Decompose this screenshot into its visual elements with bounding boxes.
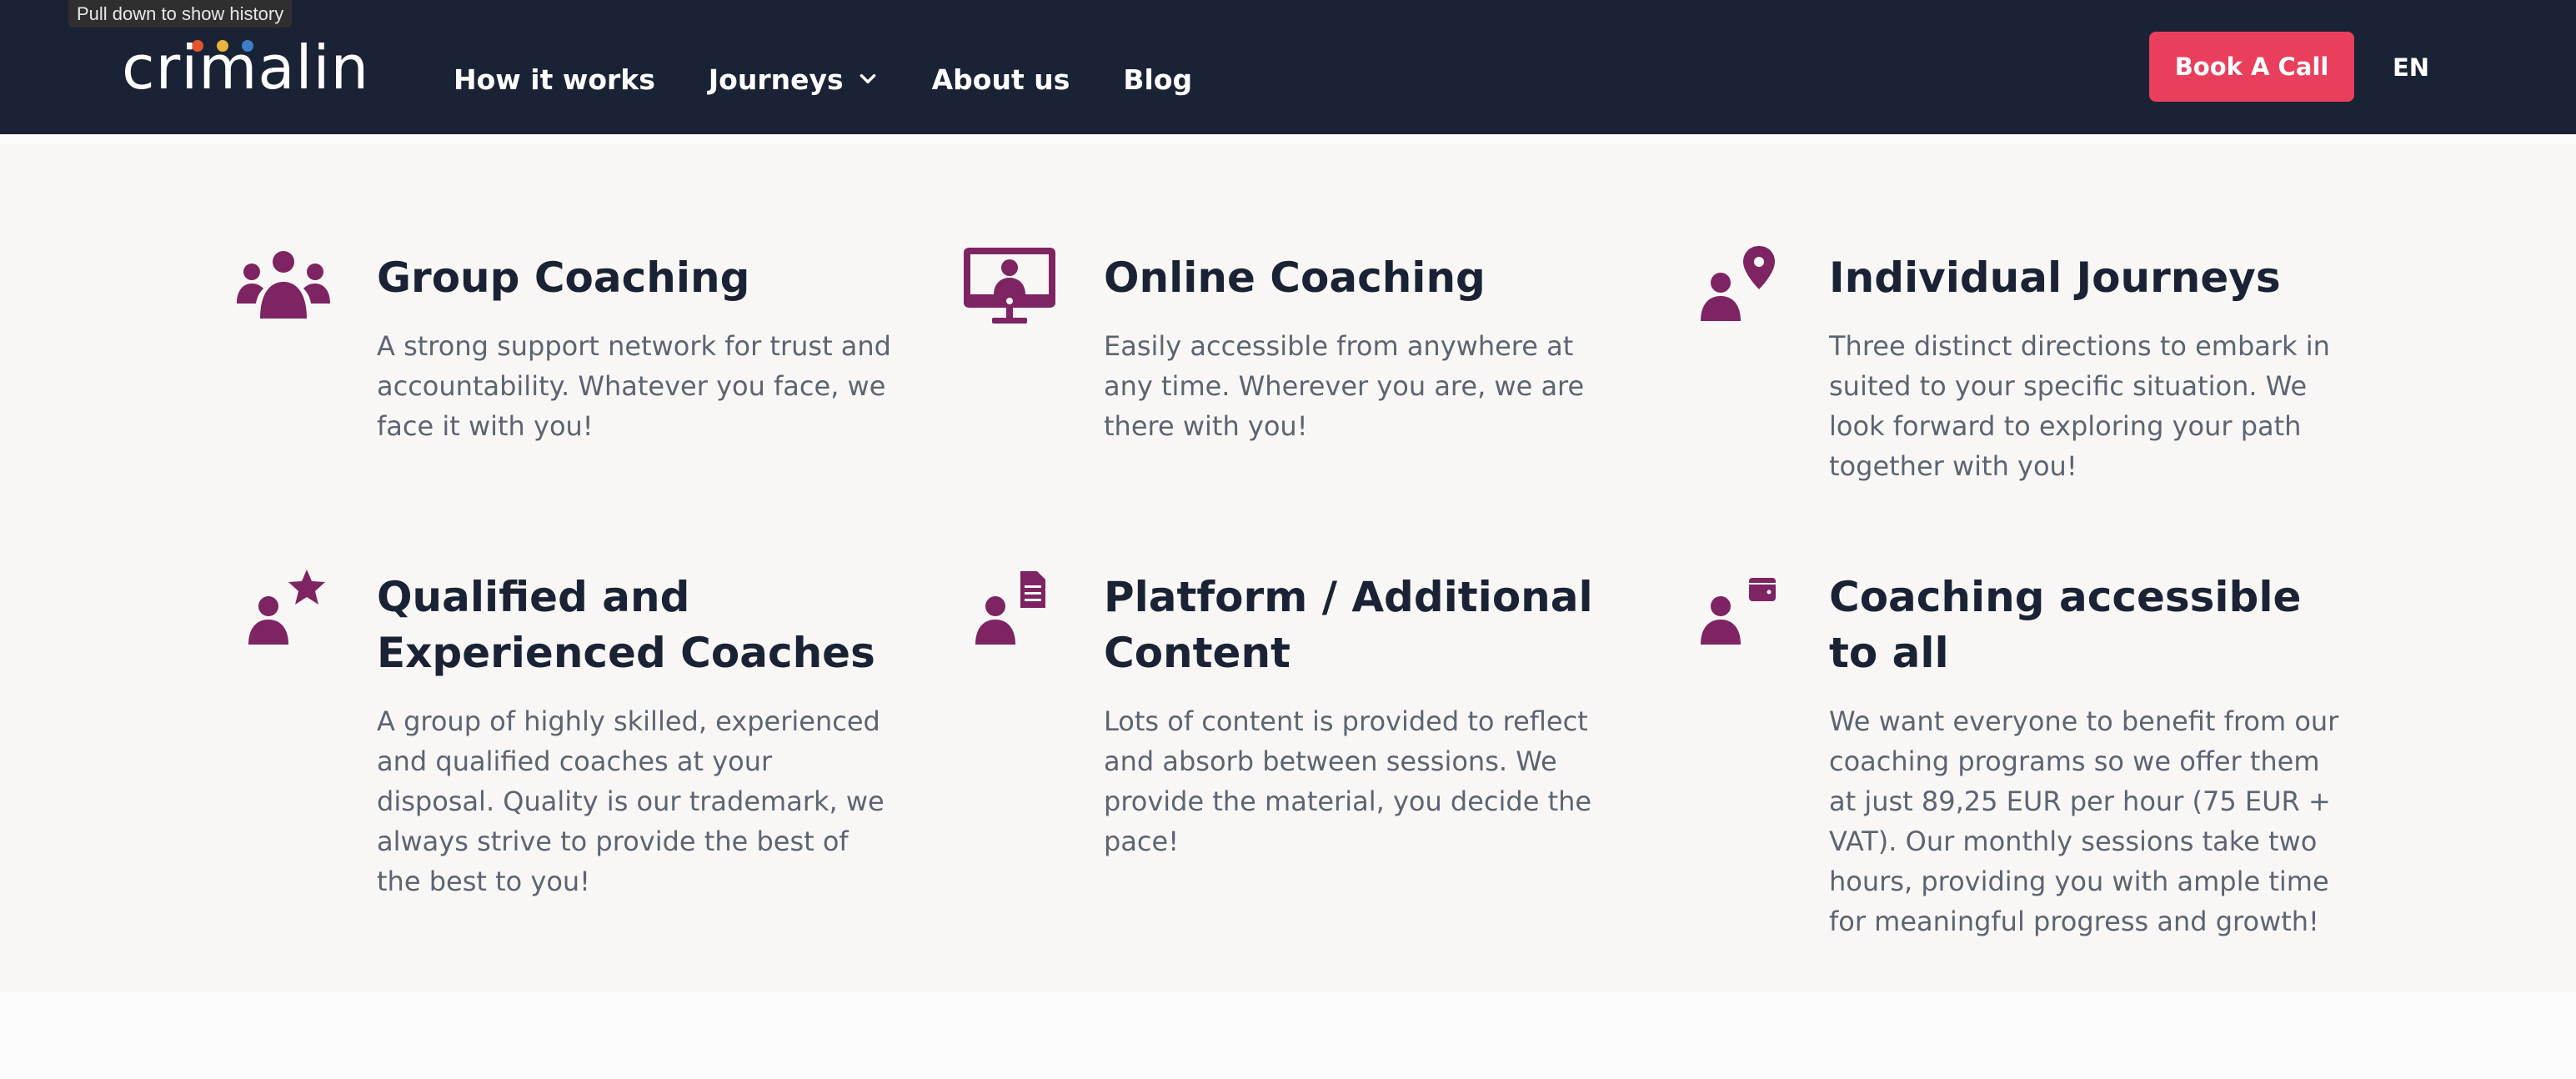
feature-platform-content: Platform / Additional Content Lots of co… — [975, 571, 1642, 921]
feature-title: Coaching accessible to all — [1829, 573, 2302, 677]
language-switcher[interactable]: EN — [2393, 51, 2429, 84]
person-wallet-icon — [1701, 578, 1776, 645]
feature-text: We want everyone to benefit from our coa… — [1829, 705, 2339, 937]
feature-text: A strong support network for trust and a… — [377, 330, 891, 442]
monitor-person-icon — [964, 248, 1055, 324]
feature-title: Online Coaching — [1104, 253, 1486, 302]
nav-blog[interactable]: Blog — [1123, 63, 1192, 96]
feature-title: Qualified and Experienced Coaches — [377, 573, 875, 677]
nav-journeys[interactable]: Journeys — [709, 63, 879, 96]
feature-text: A group of highly skilled, experienced a… — [377, 705, 885, 897]
logo-text: crimalin — [122, 33, 370, 103]
feature-title: Platform / Additional Content — [1104, 573, 1593, 677]
feature-title: Individual Journeys — [1829, 253, 2281, 302]
chevron-down-icon — [860, 73, 875, 83]
feature-qualified-coaches: Qualified and Experienced Coaches A grou… — [248, 570, 915, 953]
feature-text: Three distinct directions to embark in s… — [1829, 330, 2330, 482]
nav-label: How it works — [454, 63, 655, 96]
group-icon — [237, 251, 330, 319]
main-nav: How it works Journeys About us Blog — [454, 58, 1245, 100]
nav-how-it-works[interactable]: How it works — [454, 63, 655, 96]
logo[interactable]: crimalin — [122, 37, 380, 99]
person-star-icon — [248, 570, 325, 645]
feature-group-coaching: Group Coaching A strong support network … — [237, 250, 904, 500]
site-header: Pull down to show history crimalin How i… — [0, 0, 2576, 134]
history-tooltip: Pull down to show history — [68, 0, 293, 28]
feature-coaching-accessible: Coaching accessible to all We want every… — [1701, 573, 2384, 961]
page-bottom-area — [0, 992, 2576, 1079]
features-section: Group Coaching A strong support network … — [0, 144, 2576, 992]
feature-text: Lots of content is provided to reflect a… — [1104, 705, 1592, 857]
person-document-icon — [975, 571, 1045, 645]
nav-label: Blog — [1123, 63, 1193, 96]
nav-label: About us — [931, 63, 1070, 96]
feature-title: Group Coaching — [377, 253, 750, 302]
person-location-icon — [1701, 246, 1775, 321]
book-a-call-button[interactable]: Book A Call — [2149, 32, 2354, 102]
nav-label: Journeys — [708, 63, 844, 96]
feature-text: Easily accessible from anywhere at any t… — [1104, 330, 1585, 442]
feature-individual-journeys: Individual Journeys Three distinct direc… — [1701, 246, 2384, 529]
feature-online-coaching: Online Coaching Easily accessible from a… — [964, 248, 1631, 498]
nav-about-us[interactable]: About us — [932, 63, 1070, 96]
